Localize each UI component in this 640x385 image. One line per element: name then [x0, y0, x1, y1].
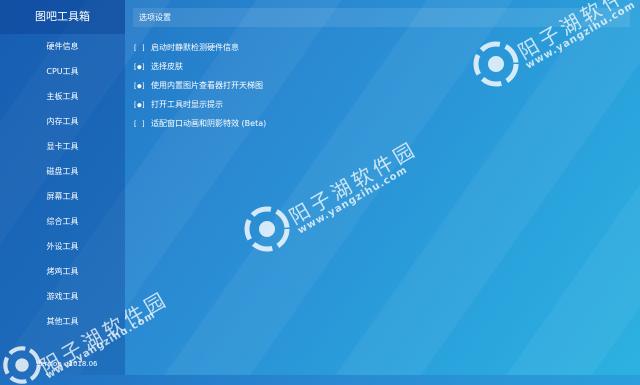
option-checkbox[interactable]: [●] — [133, 77, 147, 96]
sidebar-item-other-tools[interactable]: 其他工具 — [0, 309, 125, 334]
options-list: [ ] 启动时静默检测硬件信息 [●] 选择皮肤 [●] 使用内置图片查看器打开天梯图… — [133, 38, 266, 133]
option-show-tips[interactable]: [●] 打开工具时显示提示 — [133, 95, 266, 114]
app-title: 图吧工具箱 — [0, 0, 125, 34]
sidebar-item-cpu-tools[interactable]: CPU工具 — [0, 59, 125, 84]
option-checkbox[interactable]: [●] — [133, 96, 147, 115]
watermark-name: 阳子湖软件园 — [285, 136, 422, 230]
option-silent-detect[interactable]: [ ] 启动时静默检测硬件信息 — [133, 38, 266, 57]
sidebar-nav: 硬件信息 CPU工具 主板工具 内存工具 显卡工具 磁盘工具 屏幕工具 综合工具… — [0, 34, 125, 334]
option-label: 启动时静默检测硬件信息 — [151, 43, 239, 52]
option-checkbox[interactable]: [ ] — [133, 39, 147, 58]
options-header: 选项设置 — [133, 8, 630, 27]
option-builtin-viewer[interactable]: [●] 使用内置图片查看器打开天梯图 — [133, 76, 266, 95]
sidebar-item-stress-tools[interactable]: 烤鸡工具 — [0, 259, 125, 284]
sidebar-item-motherboard-tools[interactable]: 主板工具 — [0, 84, 125, 109]
sidebar-item-game-tools[interactable]: 游戏工具 — [0, 284, 125, 309]
sidebar-item-hardware-info[interactable]: 硬件信息 — [0, 34, 125, 59]
sidebar-item-peripheral-tools[interactable]: 外设工具 — [0, 234, 125, 259]
sidebar-item-general-tools[interactable]: 综合工具 — [0, 209, 125, 234]
option-checkbox[interactable]: [●] — [133, 58, 147, 77]
option-label: 选择皮肤 — [151, 62, 183, 71]
sidebar-item-memory-tools[interactable]: 内存工具 — [0, 109, 125, 134]
sidebar: 图吧工具箱 硬件信息 CPU工具 主板工具 内存工具 显卡工具 磁盘工具 屏幕工… — [0, 0, 125, 375]
sidebar-item-disk-tools[interactable]: 磁盘工具 — [0, 159, 125, 184]
option-window-effects[interactable]: [ ] 适配窗口动画和阴影特效 (Beta) — [133, 114, 266, 133]
watermark-url: www.yangzihu.com — [296, 164, 410, 237]
option-label: 使用内置图片查看器打开天梯图 — [151, 81, 263, 90]
option-label: 打开工具时显示提示 — [151, 100, 223, 109]
sidebar-item-gpu-tools[interactable]: 显卡工具 — [0, 134, 125, 159]
watermark-logo-icon — [473, 41, 519, 87]
version-label: Version : 2018.06 — [36, 360, 98, 368]
option-label: 适配窗口动画和阴影特效 (Beta) — [151, 119, 267, 128]
option-select-skin[interactable]: [●] 选择皮肤 — [133, 57, 266, 76]
option-checkbox[interactable]: [ ] — [133, 115, 147, 134]
options-title: 选项设置 — [139, 13, 171, 22]
watermark-logo-icon — [244, 206, 290, 252]
sidebar-item-screen-tools[interactable]: 屏幕工具 — [0, 184, 125, 209]
